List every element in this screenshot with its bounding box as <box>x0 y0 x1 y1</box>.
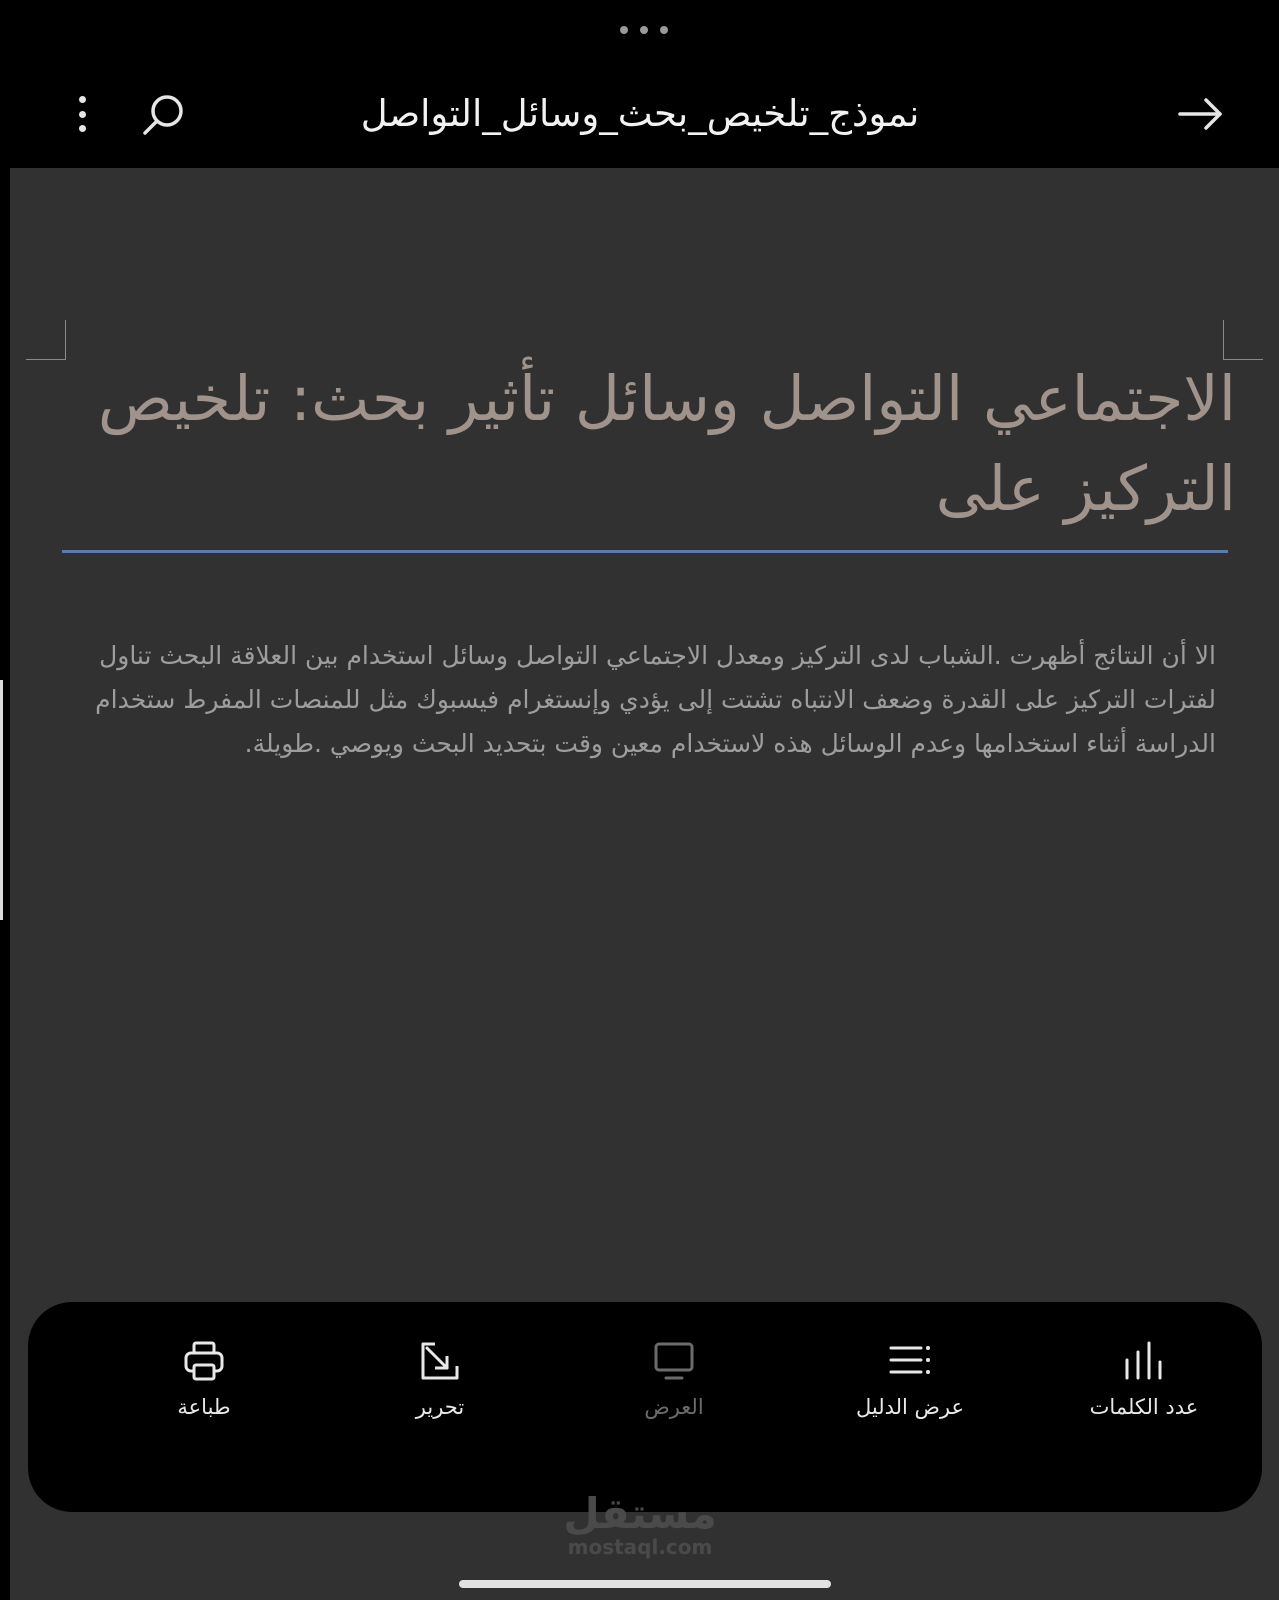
document-heading: الاجتماعي التواصل وسائل تأثير بحث: تلخيص… <box>97 362 1236 525</box>
panel-edge-handle[interactable] <box>0 680 3 920</box>
toolbar-label: عدد الكلمات <box>1089 1395 1199 1419</box>
more-options-button[interactable] <box>60 88 104 140</box>
watermark-arabic: مستقل <box>563 1489 717 1538</box>
print-button[interactable]: طباعة <box>104 1338 304 1438</box>
toolbar-label: عرض الدليل <box>855 1395 965 1419</box>
back-button[interactable] <box>1172 86 1228 142</box>
site-watermark: مستقل mostaql.com <box>555 1492 725 1562</box>
drag-handle[interactable] <box>620 22 668 38</box>
view-button[interactable]: العرض <box>574 1338 774 1438</box>
margin-corner-mark <box>26 320 66 360</box>
search-icon <box>143 95 183 135</box>
document-body: الا أن النتائج أظهرت .الشباب لدى التركيز… <box>95 641 1216 758</box>
more-vertical-icon <box>78 96 86 103</box>
toolbar-label: العرض <box>644 1395 704 1419</box>
outline-list-icon <box>889 1346 930 1374</box>
document-title: نموذج_تلخيص_بحث_وسائل_التواصل <box>360 92 920 135</box>
search-button[interactable] <box>136 86 192 142</box>
edit-button[interactable]: تحرير <box>340 1338 540 1438</box>
bar-chart-icon <box>1125 1341 1162 1380</box>
toolbar-label: تحرير <box>415 1395 465 1419</box>
outline-button[interactable]: عرض الدليل <box>810 1338 1010 1438</box>
monitor-icon <box>654 1342 694 1380</box>
printer-icon <box>184 1341 224 1381</box>
home-indicator[interactable] <box>459 1580 831 1588</box>
toolbar-label: طباعة <box>177 1395 231 1419</box>
word-count-button[interactable]: عدد الكلمات <box>1044 1338 1244 1438</box>
watermark-latin: mostaql.com <box>567 1535 713 1559</box>
top-bar: نموذج_تلخيص_بحث_وسائل_التواصل <box>0 0 1279 168</box>
heading-underline <box>62 550 1228 553</box>
arrow-right-icon <box>1178 98 1222 130</box>
edit-icon <box>421 1342 459 1380</box>
bottom-toolbar: طباعة تحرير العرض عرض الدليل عدد الكلمات <box>28 1302 1262 1512</box>
